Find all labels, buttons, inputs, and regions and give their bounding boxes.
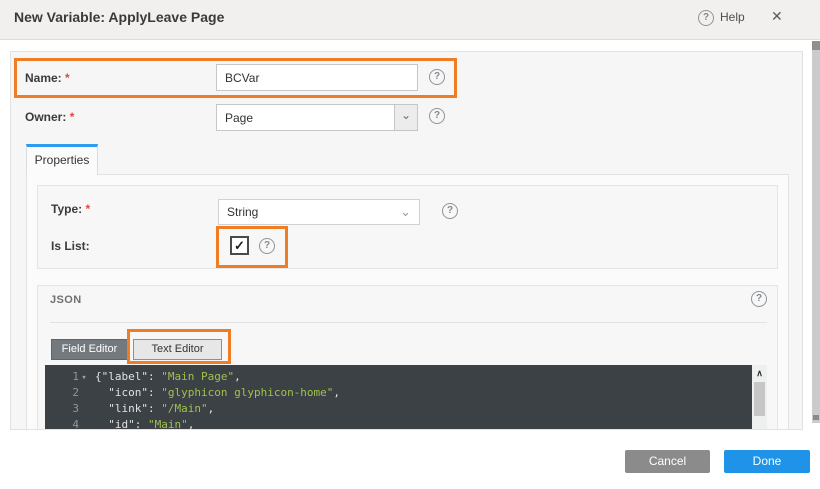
line-number: 2 xyxy=(45,385,79,401)
type-help-icon[interactable]: ? xyxy=(442,203,458,219)
code-line: 2 "icon": "glyphicon glyphicon-home", xyxy=(45,385,752,401)
help-link[interactable]: Help xyxy=(720,10,745,24)
line-number: 1 xyxy=(45,369,79,385)
page-scrollbar-thumb[interactable] xyxy=(812,41,820,50)
done-button[interactable]: Done xyxy=(724,450,810,473)
page-scrollbar[interactable] xyxy=(812,41,820,423)
dialog-body-panel: Name: * ? Owner: * Page ⌄ ? Properties T… xyxy=(10,51,803,430)
page-scrollbar-down-arrow[interactable] xyxy=(813,415,819,420)
type-select[interactable]: String ⌄ xyxy=(218,199,420,225)
required-asterisk: * xyxy=(85,202,90,216)
line-number: 3 xyxy=(45,401,79,417)
json-help-icon[interactable]: ? xyxy=(751,291,767,307)
help-icon[interactable]: ? xyxy=(698,10,714,26)
type-islist-group: Type: * String ⌄ ? Is List: ✓ ? xyxy=(37,185,778,269)
name-input[interactable] xyxy=(216,64,418,91)
owner-select[interactable]: Page ⌄ xyxy=(216,104,418,131)
scroll-up-arrow-icon[interactable]: ∧ xyxy=(752,366,767,380)
chevron-down-icon[interactable]: ⌄ xyxy=(394,105,417,130)
required-asterisk: * xyxy=(70,110,75,124)
is-list-help-icon[interactable]: ? xyxy=(259,238,275,254)
json-section-title: JSON xyxy=(50,294,82,306)
code-line: 1▾{"label": "Main Page", xyxy=(45,369,752,385)
tab-properties[interactable]: Properties xyxy=(26,144,98,175)
properties-tab-content: Type: * String ⌄ ? Is List: ✓ ? JSON xyxy=(26,174,789,430)
owner-label: Owner: * xyxy=(25,110,74,124)
cancel-button[interactable]: Cancel xyxy=(625,450,710,473)
text-editor-button[interactable]: Text Editor xyxy=(133,339,222,360)
dialog-header: New Variable: ApplyLeave Page ? Help ✕ xyxy=(0,0,820,40)
annotation-box-is-list xyxy=(216,226,288,268)
json-code-editor[interactable]: 1▾{"label": "Main Page", 2 "icon": "glyp… xyxy=(45,365,752,430)
editor-scrollbar-thumb[interactable] xyxy=(754,382,765,416)
line-number: 4 xyxy=(45,417,79,430)
owner-select-value: Page xyxy=(225,111,253,125)
json-section: JSON ? Field Editor Text Editor 1▾{"labe… xyxy=(37,285,778,430)
is-list-label: Is List: xyxy=(51,239,90,253)
type-select-value: String xyxy=(227,205,258,219)
editor-scrollbar[interactable]: ∧ xyxy=(752,365,767,430)
checkmark-icon: ✓ xyxy=(234,238,245,253)
name-help-icon[interactable]: ? xyxy=(429,69,445,85)
required-asterisk: * xyxy=(65,71,70,85)
type-label: Type: * xyxy=(51,202,90,216)
code-area: 1▾{"label": "Main Page", 2 "icon": "glyp… xyxy=(45,365,752,430)
code-line: 3 "link": "/Main", xyxy=(45,401,752,417)
divider xyxy=(50,322,767,323)
code-line: 4 "id": "Main", xyxy=(45,417,752,430)
field-editor-button[interactable]: Field Editor xyxy=(51,339,128,360)
owner-help-icon[interactable]: ? xyxy=(429,108,445,124)
chevron-down-icon: ⌄ xyxy=(400,204,411,220)
close-icon[interactable]: ✕ xyxy=(771,8,783,25)
is-list-checkbox[interactable]: ✓ xyxy=(230,236,249,255)
name-label: Name: * xyxy=(25,71,70,85)
page-title: New Variable: ApplyLeave Page xyxy=(14,9,224,25)
fold-caret-icon[interactable]: ▾ xyxy=(79,370,89,386)
